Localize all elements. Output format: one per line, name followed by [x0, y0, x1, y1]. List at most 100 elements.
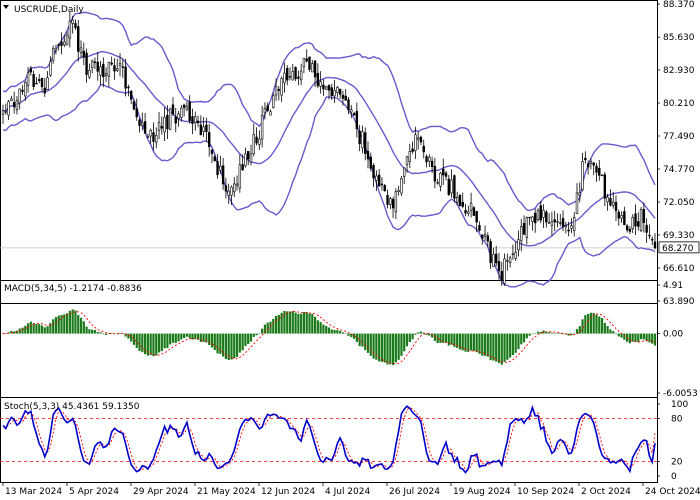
macd-histogram-bar — [475, 333, 478, 353]
candle — [522, 215, 526, 235]
candle — [77, 20, 80, 62]
macd-panel-border[interactable] — [0, 280, 658, 398]
macd-histogram-bar — [104, 333, 108, 335]
candle-body — [575, 192, 579, 215]
macd-histogram-bar — [609, 329, 612, 334]
candle — [286, 65, 289, 86]
candle — [244, 147, 247, 168]
candle-body — [444, 172, 448, 177]
candle-body — [483, 234, 487, 237]
triangle-down-icon[interactable] — [3, 5, 9, 9]
time-axis-tick-label: 13 Mar 2024 — [5, 487, 62, 497]
candle-body — [542, 209, 545, 218]
candle-body — [489, 241, 492, 264]
candle — [249, 144, 253, 166]
candle-body — [355, 111, 359, 130]
candle-body — [305, 58, 308, 62]
macd-signal-line — [2, 311, 656, 365]
macd-histogram-bar — [486, 333, 489, 357]
price-axis-tick-label: 66.610 — [663, 264, 695, 274]
candle — [581, 152, 584, 192]
macd-histogram-bar — [394, 333, 397, 363]
candle — [15, 96, 19, 115]
candle — [149, 128, 152, 144]
macd-histogram-bar — [553, 333, 556, 334]
chart-canvas[interactable]: 88.370 85.630 82.930 80.210 77.490 74.770 72.0… — [0, 0, 700, 500]
candle — [316, 63, 320, 89]
stoch-axis-tick-label: 0 — [671, 472, 677, 482]
candle-body — [522, 223, 526, 235]
stoch-axis-tick-label: 100 — [671, 400, 688, 410]
macd-histogram-bar — [536, 331, 540, 334]
candle — [600, 174, 604, 177]
macd-histogram-bar — [383, 333, 386, 363]
macd-histogram-bar — [272, 318, 275, 334]
candle-body — [291, 70, 294, 81]
candle-body — [90, 60, 94, 68]
macd-histogram-bar — [286, 311, 289, 334]
candle-body — [528, 216, 531, 219]
candle — [467, 205, 470, 217]
candle-body — [531, 216, 534, 222]
candle — [592, 161, 595, 176]
macd-histogram-bar — [589, 312, 593, 334]
candle-body — [311, 63, 314, 73]
candle-body — [99, 66, 102, 76]
macd-histogram-bar — [261, 328, 264, 334]
candle — [425, 154, 428, 168]
candle — [458, 193, 462, 207]
macd-histogram-bar — [330, 329, 333, 334]
candle-body — [352, 113, 356, 116]
macd-histogram-bar — [174, 333, 177, 343]
macd-histogram-bar — [297, 313, 300, 334]
macd-histogram-bar — [155, 333, 158, 356]
candle-body — [288, 76, 292, 78]
candle — [536, 208, 540, 222]
macd-histogram-bar — [600, 317, 604, 334]
candle-body — [168, 108, 172, 130]
candle — [185, 101, 189, 112]
macd-histogram-bar — [339, 330, 342, 334]
macd-histogram-bar — [386, 333, 389, 365]
stoch-signal-line — [2, 407, 656, 471]
candle-body — [603, 174, 607, 199]
candle-body — [358, 130, 361, 145]
candle-body — [235, 183, 239, 186]
macd-histogram-bar — [645, 333, 648, 341]
candle — [43, 78, 46, 97]
candle — [403, 167, 406, 185]
candle — [436, 178, 439, 185]
candle — [464, 203, 467, 217]
macd-histogram-bar — [222, 333, 225, 357]
candle — [255, 127, 258, 146]
candle-body — [24, 81, 27, 97]
candle-body — [430, 160, 434, 167]
candle-body — [481, 234, 484, 239]
candle — [319, 71, 322, 94]
candle-body — [143, 121, 147, 134]
macd-histogram-bar — [620, 333, 623, 338]
candle-body — [149, 130, 152, 137]
candle-body — [152, 132, 155, 142]
candle — [221, 157, 225, 190]
candle-body — [447, 178, 451, 195]
candle — [472, 206, 476, 216]
candle — [102, 57, 105, 88]
candle — [138, 117, 141, 133]
candle — [450, 169, 453, 198]
candle — [556, 213, 559, 228]
symbol-title[interactable]: USCRUDE,Daily — [3, 5, 84, 15]
candle-body — [241, 164, 244, 171]
candle-body — [166, 114, 169, 130]
macd-histogram-bar — [258, 333, 261, 335]
price-axis-tick-label: 77.490 — [663, 132, 695, 142]
macd-histogram-bar — [327, 327, 331, 334]
macd-histogram-bar — [213, 333, 216, 350]
candle-body — [1, 110, 5, 115]
candle-body — [325, 86, 328, 90]
price-panel-frame[interactable] — [0, 0, 658, 304]
candle-body — [380, 183, 384, 186]
macd-histogram-bar — [322, 324, 325, 334]
candle-body — [634, 213, 637, 227]
candle-body — [450, 179, 453, 194]
